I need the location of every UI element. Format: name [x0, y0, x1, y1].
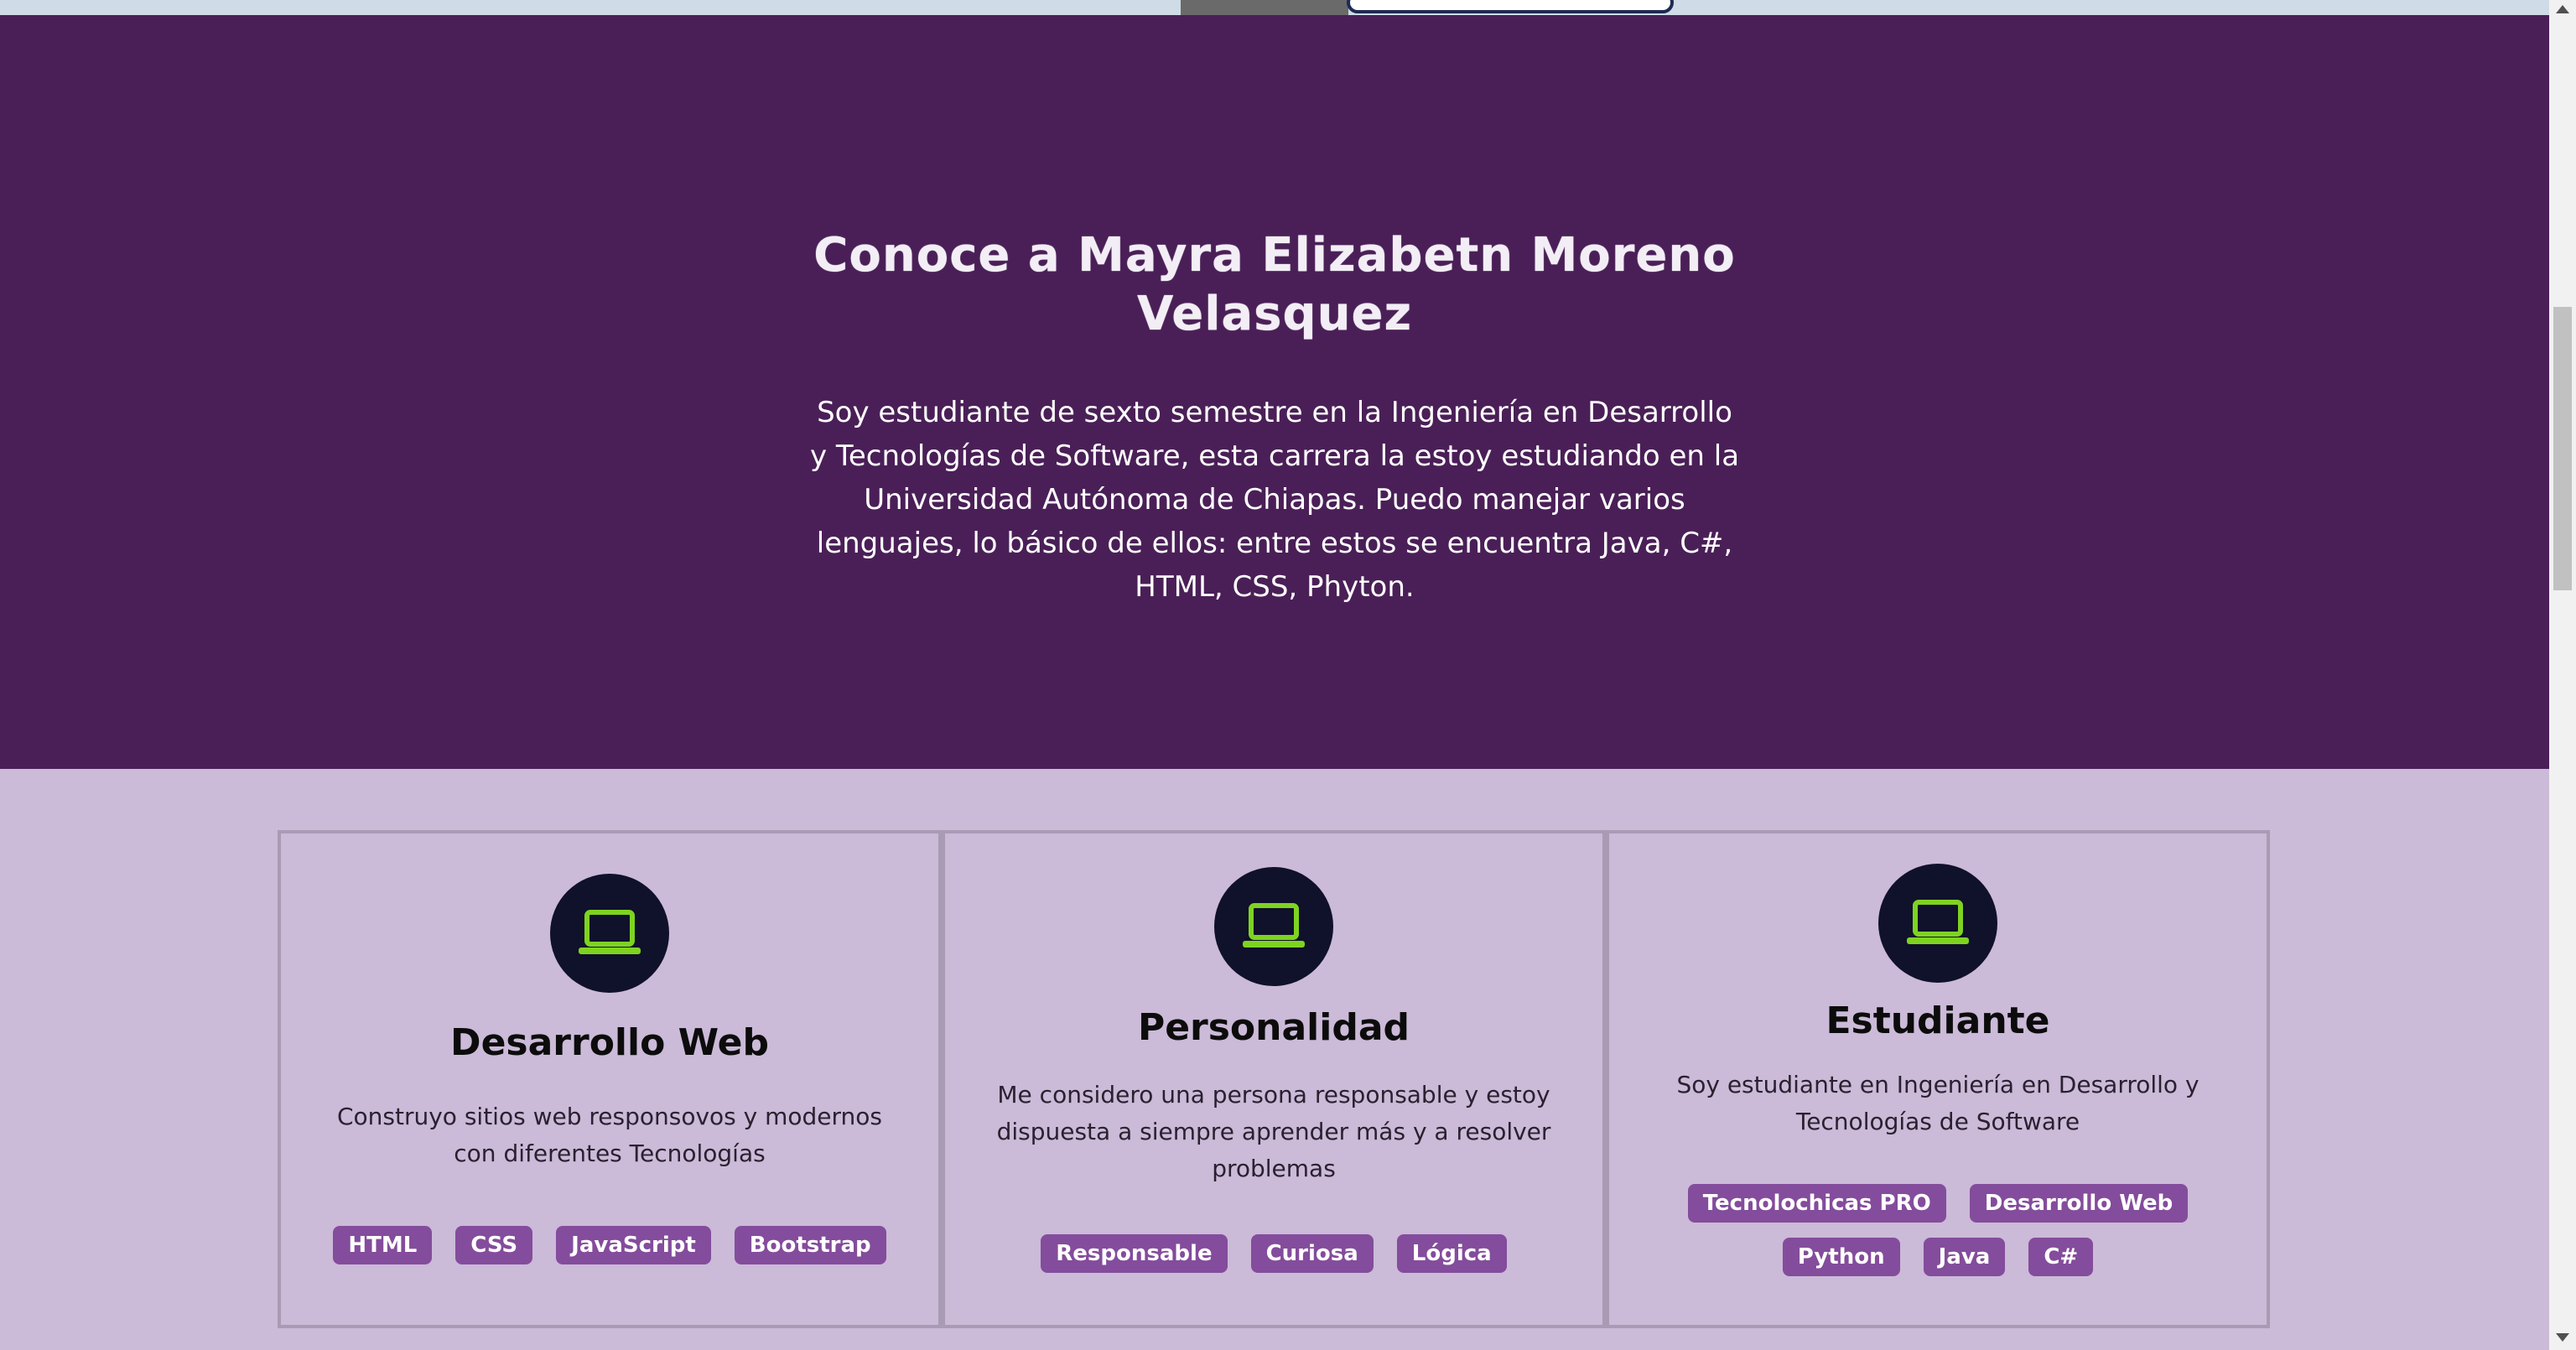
previous-section-button[interactable]: [1347, 0, 1674, 13]
card-description: Construyo sitios web responsovos y moder…: [336, 1103, 883, 1167]
tag: Responsable: [1041, 1234, 1228, 1273]
tag-list: Tecnolochicas PRO Desarrollo Web Python …: [1643, 1184, 2233, 1276]
hero-title: Conoce a Mayra Elizabetn Moreno Velasque…: [813, 228, 1736, 341]
tag: Curiosa: [1250, 1234, 1374, 1273]
tag: Java: [1923, 1238, 2006, 1276]
card-title: Personalidad: [1137, 1006, 1410, 1049]
tag: HTML: [333, 1226, 433, 1264]
tag: Desarrollo Web: [1969, 1184, 2189, 1223]
tag-list: HTML CSS JavaScript Bootstrap: [314, 1226, 905, 1264]
tag: Lógica: [1396, 1234, 1507, 1273]
laptop-icon: [550, 874, 669, 993]
vertical-scrollbar[interactable]: [2549, 0, 2576, 1350]
card-desarrollo-web: Desarrollo Web Construyo sitios web resp…: [278, 830, 942, 1328]
skills-cards: Desarrollo Web Construyo sitios web resp…: [278, 830, 2270, 1328]
tag-list: Responsable Curiosa Lógica: [979, 1234, 1569, 1273]
scrollbar-thumb[interactable]: [2553, 307, 2572, 590]
page: Conoce a Mayra Elizabetn Moreno Velasque…: [0, 0, 2576, 1350]
tag: Python: [1782, 1238, 1900, 1276]
previous-section-image: [1181, 0, 1348, 15]
tag: Bootstrap: [734, 1226, 886, 1264]
previous-section-edge: [0, 0, 2549, 15]
scroll-down-arrow-icon[interactable]: [2556, 1333, 2569, 1342]
card-description: Me considero una persona responsable y e…: [996, 1081, 1551, 1182]
card-estudiante: Estudiante Soy estudiante en Ingeniería …: [1606, 830, 2270, 1328]
laptop-icon: [1214, 867, 1333, 986]
scroll-up-arrow-icon[interactable]: [2556, 5, 2569, 13]
about-hero-section: Conoce a Mayra Elizabetn Moreno Velasque…: [0, 15, 2549, 769]
card-title: Desarrollo Web: [450, 1021, 769, 1064]
laptop-icon: [1878, 864, 1997, 983]
card-personalidad: Personalidad Me considero una persona re…: [942, 830, 1606, 1328]
hero-description: Soy estudiante de sexto semestre en la I…: [809, 396, 1740, 604]
tag: Tecnolochicas PRO: [1687, 1184, 1946, 1223]
tag: JavaScript: [556, 1226, 711, 1264]
tag: CSS: [455, 1226, 533, 1264]
card-title: Estudiante: [1826, 1000, 2050, 1042]
card-description: Soy estudiante en Ingeniería en Desarrol…: [1676, 1071, 2199, 1135]
tag: C#: [2028, 1238, 2094, 1276]
